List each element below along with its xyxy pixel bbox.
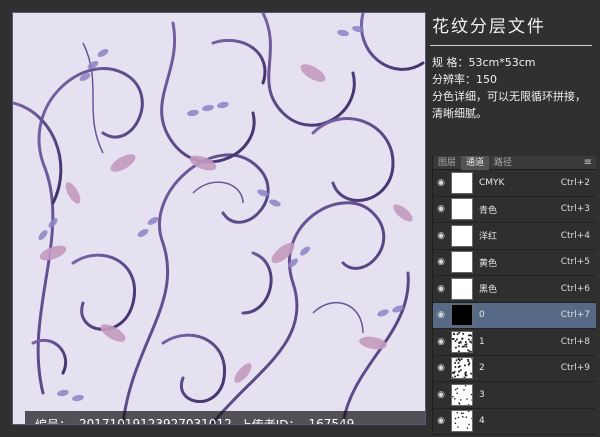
channel-name: 青色: [479, 205, 498, 216]
channel-name: 黑色: [479, 285, 498, 296]
channel-row[interactable]: ◉ 0 Ctrl+7: [433, 302, 596, 329]
watermark-footer: 编号： 20171019123927031012 上传者ID： 167549: [25, 411, 425, 425]
pattern-preview: 编号： 20171019123927031012 上传者ID： 167549: [12, 12, 426, 425]
eye-icon[interactable]: ◉: [433, 337, 449, 347]
channel-list: ◉ CMYK Ctrl+2 ◉ 青色 Ctrl+3 ◉ 洋红 Ctrl+4 ◉ 黄色 Ctrl+5 ◉ 黑…: [433, 170, 596, 435]
eye-icon[interactable]: ◉: [433, 416, 449, 426]
eye-icon[interactable]: ◉: [433, 257, 449, 267]
channel-row[interactable]: ◉ 3: [433, 382, 596, 409]
id-value: 20171019123927031012: [79, 417, 232, 425]
channel-shortcut: Ctrl+7: [560, 310, 590, 321]
uploader-value: 167549: [308, 417, 355, 425]
channel-thumbnail: [451, 224, 473, 247]
eye-icon[interactable]: ◉: [433, 390, 449, 400]
info-title: 花纹分层文件: [432, 17, 546, 37]
channel-row[interactable]: ◉ 1 Ctrl+8: [433, 329, 596, 356]
eye-icon[interactable]: ◉: [433, 204, 449, 214]
channel-thumbnail: [451, 277, 473, 300]
eye-icon[interactable]: ◉: [433, 178, 449, 188]
tab-channels[interactable]: 通道: [461, 156, 490, 170]
info-panel: 花纹分层文件 规 格：53cm*53cm 分辨率：150 分色详细，可以无限循环…: [430, 6, 596, 156]
channel-thumbnail: [451, 330, 473, 353]
channel-thumbnail: [451, 304, 473, 327]
channel-row[interactable]: ◉ 黑色 Ctrl+6: [433, 276, 596, 303]
canvas-window: 编号： 20171019123927031012 上传者ID： 167549 花…: [0, 0, 600, 437]
channel-shortcut: Ctrl+2: [560, 177, 590, 188]
channel-shortcut: Ctrl+9: [560, 363, 590, 374]
eye-icon[interactable]: ◉: [433, 284, 449, 294]
channel-name: CMYK: [479, 177, 505, 188]
eye-icon[interactable]: ◉: [433, 231, 449, 241]
resolution-text: 分辨率：150: [432, 73, 497, 86]
eye-icon[interactable]: ◉: [433, 310, 449, 320]
channel-row[interactable]: ◉ 洋红 Ctrl+4: [433, 223, 596, 250]
channel-shortcut: Ctrl+8: [560, 336, 590, 347]
channel-name: 黄色: [479, 258, 498, 269]
channel-name: 2: [479, 363, 485, 374]
channel-row[interactable]: ◉ 青色 Ctrl+3: [433, 197, 596, 223]
panel-menu-icon[interactable]: ≡: [584, 157, 592, 168]
channel-thumbnail: [451, 171, 473, 194]
channel-thumbnail: [451, 357, 473, 380]
channel-name: 洋红: [479, 232, 498, 243]
channel-shortcut: Ctrl+5: [560, 257, 590, 268]
channel-shortcut: Ctrl+3: [560, 204, 590, 215]
uploader-label: 上传者ID：: [239, 417, 301, 425]
channel-shortcut: Ctrl+6: [560, 283, 590, 294]
channel-name: 0: [479, 310, 485, 321]
description-text: 分色详细，可以无限循环拼接，清晰细腻。: [432, 90, 586, 120]
tab-layers[interactable]: 图层: [433, 156, 461, 170]
channel-name: 3: [479, 389, 485, 400]
panel-tabs: 图层 通道 路径 ≡: [433, 156, 596, 170]
floral-scroll-pattern: [13, 13, 425, 424]
channel-thumbnail: [451, 383, 473, 406]
eye-icon[interactable]: ◉: [433, 363, 449, 373]
channels-panel: 图层 通道 路径 ≡ ◉ CMYK Ctrl+2 ◉ 青色 Ctrl+3 ◉ 洋红 Ctrl+4…: [432, 156, 596, 435]
channel-thumbnail: [451, 410, 473, 433]
channel-name: 1: [479, 336, 485, 347]
channel-row[interactable]: ◉ CMYK Ctrl+2: [433, 170, 596, 197]
channel-row[interactable]: ◉ 黄色 Ctrl+5: [433, 250, 596, 276]
divider: [430, 45, 592, 46]
channel-thumbnail: [451, 251, 473, 274]
channel-shortcut: Ctrl+4: [560, 230, 590, 241]
channel-name: 4: [479, 416, 485, 427]
spec-text: 规 格：53cm*53cm: [432, 56, 536, 69]
tab-paths[interactable]: 路径: [489, 156, 517, 170]
channel-row[interactable]: ◉ 4: [433, 409, 596, 435]
channel-row[interactable]: ◉ 2 Ctrl+9: [433, 356, 596, 382]
channel-thumbnail: [451, 198, 473, 221]
id-label: 编号：: [35, 417, 72, 425]
